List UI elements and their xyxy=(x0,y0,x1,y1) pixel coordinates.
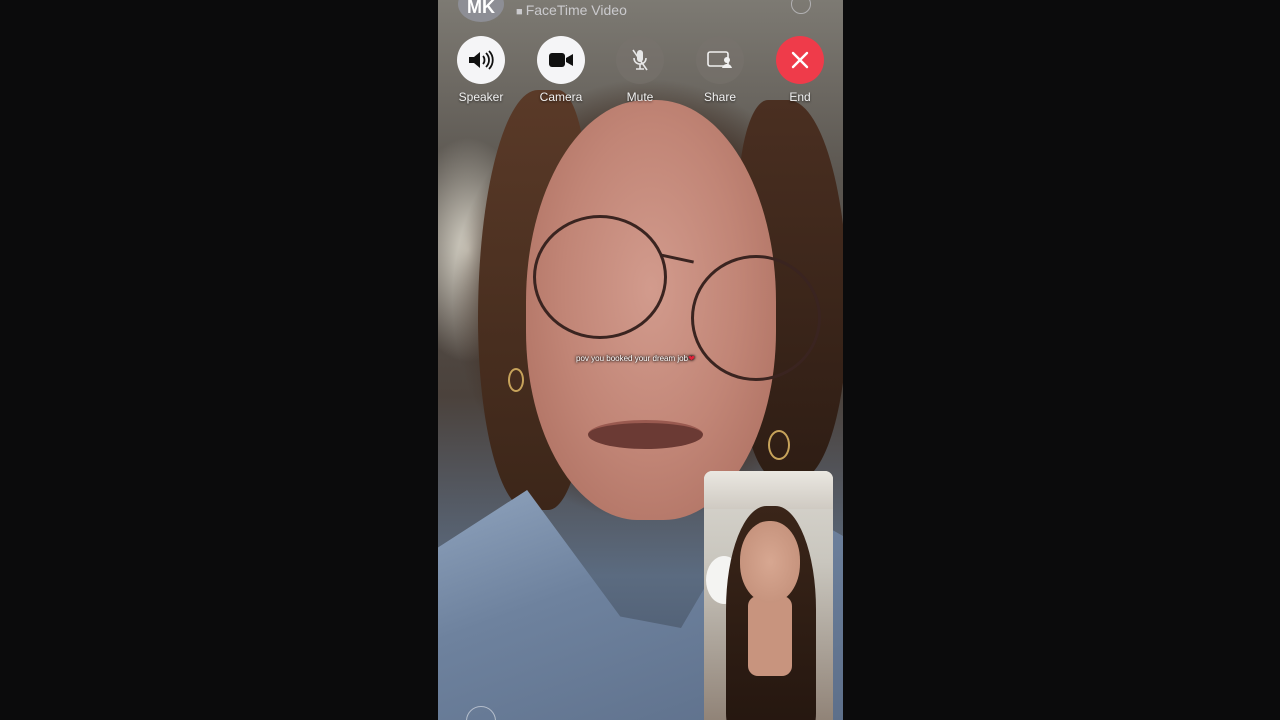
speaker-icon xyxy=(457,36,505,84)
close-icon xyxy=(776,36,824,84)
avatar[interactable]: MK xyxy=(458,0,504,22)
mute-button[interactable]: Mute xyxy=(608,36,672,104)
call-header: MK ■ FaceTime Video xyxy=(438,0,843,22)
heart-icon: ❤ xyxy=(688,354,695,363)
share-button[interactable]: Share xyxy=(688,36,752,104)
self-view-video[interactable] xyxy=(704,471,833,720)
call-type-label: ■ FaceTime Video xyxy=(516,2,627,18)
video-caption: pov you booked your dream job❤ xyxy=(576,354,695,363)
speaker-button[interactable]: Speaker xyxy=(449,36,513,104)
info-icon[interactable] xyxy=(791,0,811,14)
call-controls: Speaker Camera Mute Share End xyxy=(438,36,843,106)
microphone-icon xyxy=(616,36,664,84)
facetime-call-screen: MK ■ FaceTime Video Speaker Camera Mute xyxy=(438,0,843,720)
end-call-button[interactable]: End xyxy=(768,36,832,104)
share-screen-icon xyxy=(696,36,744,84)
video-camera-small-icon: ■ xyxy=(516,6,526,18)
camera-button[interactable]: Camera xyxy=(529,36,593,104)
video-camera-icon xyxy=(537,36,585,84)
